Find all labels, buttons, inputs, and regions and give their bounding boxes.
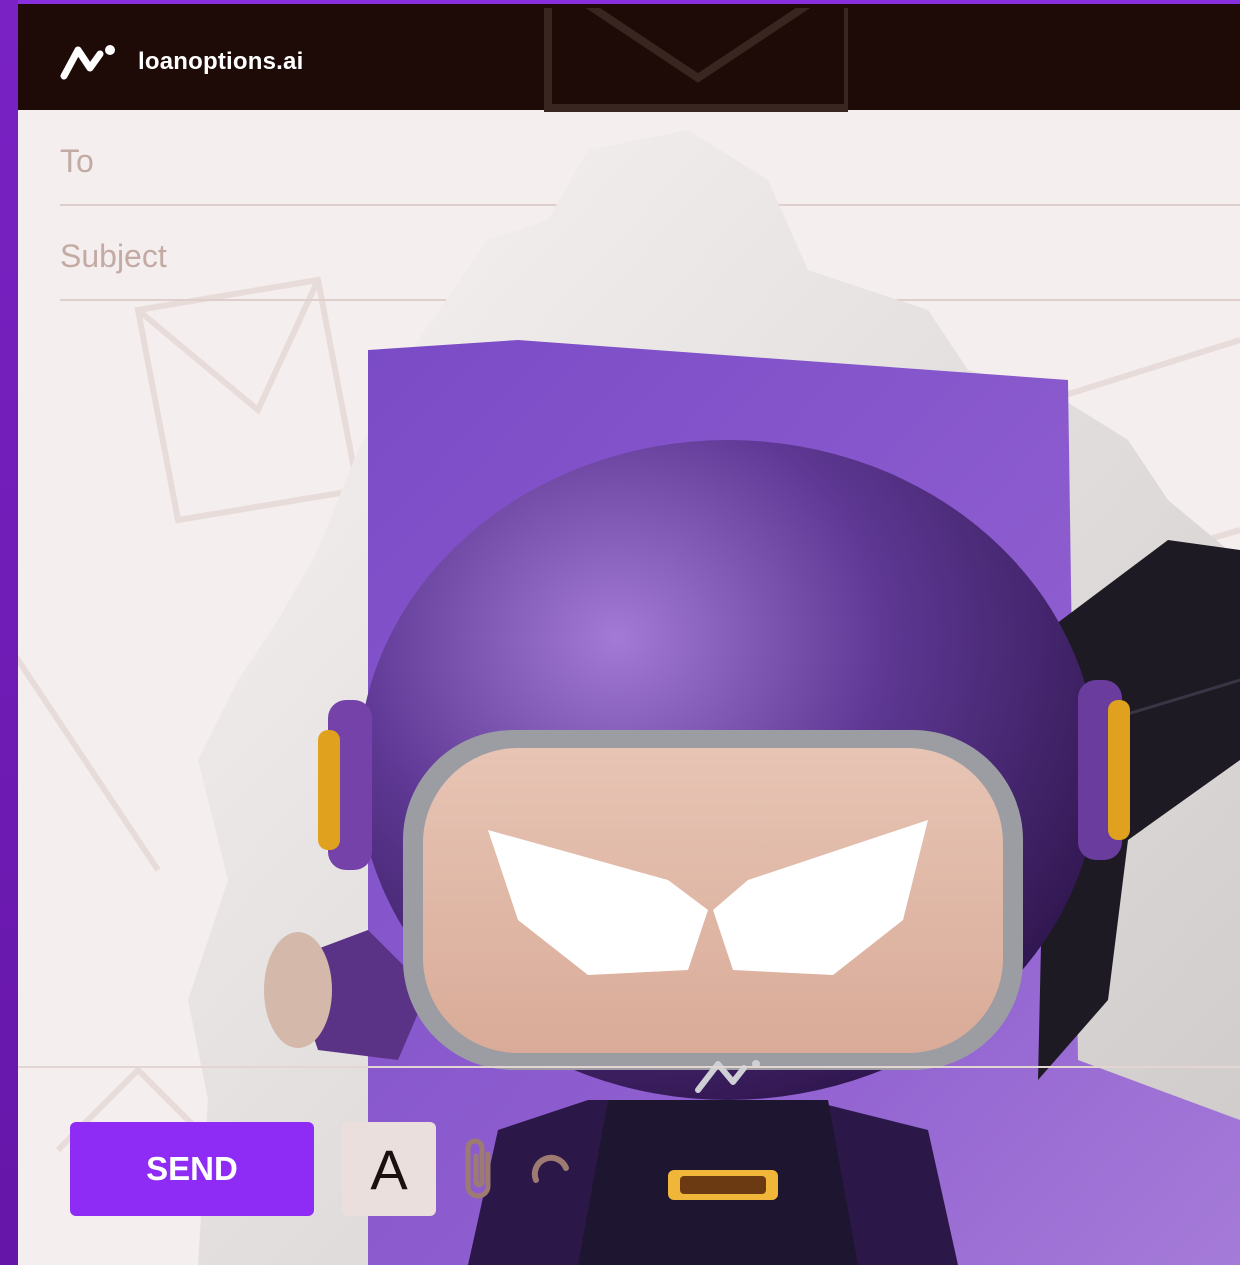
top-bar: loanoptions.ai bbox=[18, 0, 1240, 112]
text-format-button[interactable]: A bbox=[342, 1122, 436, 1216]
subject-label: Subject bbox=[60, 238, 167, 274]
brand-logo-icon bbox=[60, 45, 115, 80]
send-button[interactable]: SEND bbox=[70, 1122, 314, 1216]
compose-toolbar: SEND A bbox=[18, 1100, 1240, 1265]
mascot-illustration bbox=[188, 130, 1240, 1265]
to-label: To bbox=[60, 143, 94, 179]
brand-name: loanoptions.ai bbox=[138, 48, 304, 75]
body-divider bbox=[18, 1066, 1240, 1068]
compose-window: loanoptions.ai To Subject SEND A bbox=[18, 0, 1240, 1265]
envelope-decoration-icon bbox=[544, 8, 848, 112]
paperclip-icon[interactable] bbox=[458, 1136, 500, 1202]
link-icon[interactable] bbox=[528, 1150, 574, 1200]
